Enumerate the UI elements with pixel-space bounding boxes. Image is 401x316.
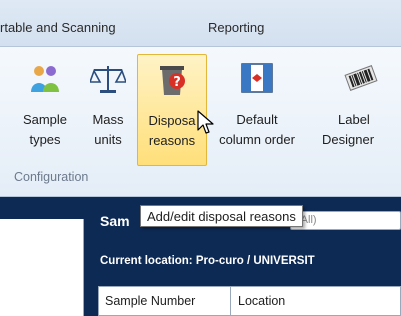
sample-types-label-2: types (29, 132, 61, 147)
default-column-order-label-1: Default (236, 112, 278, 127)
filter-dropdown[interactable]: (All) (290, 211, 401, 230)
sample-types-label-1: Sample (22, 112, 68, 127)
ribbon-group-label: Configuration (14, 170, 89, 184)
sample-types-icon (31, 66, 59, 92)
mass-units-label-1: Mass (92, 112, 124, 127)
page-title: Sam (100, 213, 130, 229)
label-designer-label-1: Label (338, 112, 370, 127)
sample-types-button[interactable]: Sample types (10, 54, 80, 166)
tooltip: Add/edit disposal reasons (140, 205, 303, 227)
ribbon-tab-strip: rtable and Scanning Reporting (0, 0, 401, 47)
column-header-sample-number[interactable]: Sample Number (99, 287, 231, 316)
default-column-order-label-2: column order (219, 132, 295, 147)
svg-text:?: ? (173, 75, 181, 90)
grid-header: Sample Number Location (98, 286, 401, 316)
column-header-location[interactable]: Location (232, 287, 401, 316)
disposal-bin-icon: ? (160, 66, 185, 95)
mass-units-label-2: units (94, 132, 122, 147)
scales-icon (90, 66, 126, 93)
tab-portable-and-scanning[interactable]: rtable and Scanning (0, 20, 116, 35)
default-column-order-button[interactable]: Default column order (208, 54, 306, 166)
barcode-icon (343, 65, 378, 91)
column-order-icon (241, 63, 273, 93)
mouse-cursor-icon (197, 110, 214, 134)
mass-units-button[interactable]: Mass units (84, 54, 132, 166)
current-location-text: Current location: Pro-curo / UNIVERSIT (100, 255, 315, 267)
tab-reporting[interactable]: Reporting (208, 20, 264, 35)
label-designer-button[interactable]: Label Designer (320, 54, 401, 166)
left-side-panel (0, 219, 84, 316)
label-designer-label-2: Designer (322, 132, 375, 147)
